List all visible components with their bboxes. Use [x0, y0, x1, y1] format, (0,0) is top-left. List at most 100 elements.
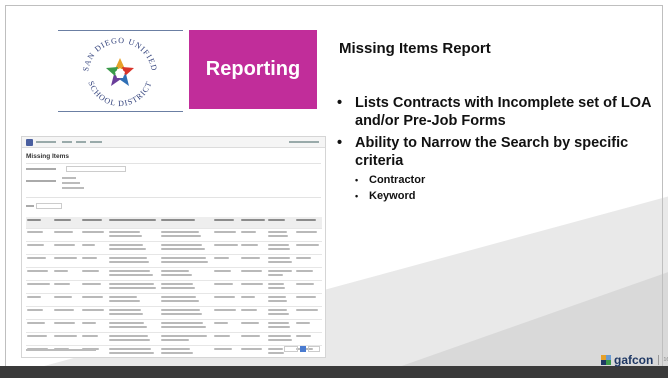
screenshot-table-cell [240, 281, 267, 293]
screenshot-table-cell [81, 268, 108, 280]
screenshot-table-cell [81, 333, 108, 345]
screenshot-cell-text-placeholder [54, 244, 75, 246]
screenshot-filter-select [66, 166, 126, 172]
screenshot-cell-text-placeholder [161, 274, 192, 276]
screenshot-cell-text-placeholder [161, 352, 193, 354]
screenshot-cell-text-placeholder [268, 231, 287, 233]
screenshot-cell-text-placeholder [295, 244, 320, 246]
screenshot-table-cell [295, 217, 322, 228]
screenshot-option [62, 182, 80, 184]
screenshot-table-cell [240, 307, 267, 319]
screenshot-table-cell [26, 307, 53, 319]
screenshot-table-cell [81, 346, 108, 357]
screenshot-cell-text-placeholder [54, 283, 71, 285]
slide-title: Missing Items Report [339, 40, 491, 57]
screenshot-table-cell [213, 229, 240, 241]
screenshot-cell-text-placeholder [108, 322, 145, 324]
screenshot-table-row [26, 307, 322, 320]
gafcon-wordmark: gafcon [614, 353, 654, 367]
screenshot-table-cell [26, 242, 53, 254]
screenshot-cell-text-placeholder [27, 296, 42, 298]
screenshot-cell-text-placeholder [108, 283, 154, 285]
screenshot-table-cell [160, 294, 213, 306]
screenshot-table-cell [295, 307, 322, 319]
screenshot-table-cell [240, 242, 267, 254]
screenshot-cell-text-placeholder [241, 231, 257, 233]
screenshot-cell-text-placeholder [161, 322, 204, 324]
screenshot-cell-text-placeholder [213, 257, 230, 259]
screenshot-table-cell [108, 320, 161, 332]
screenshot-table-cell [108, 229, 161, 241]
screenshot-table-cell [213, 242, 240, 254]
screenshot-table-cell [267, 307, 294, 319]
screenshot-table-cell [160, 333, 213, 345]
screenshot-table-cell [81, 281, 108, 293]
screenshot-cell-text-placeholder [268, 244, 289, 246]
screenshot-cell-text-placeholder [81, 270, 99, 272]
screenshot-cell-text-placeholder [54, 335, 78, 337]
screenshot-table-cell [81, 217, 108, 228]
sub-bullet-item: • Keyword [355, 189, 657, 203]
screenshot-table-cell [81, 320, 108, 332]
screenshot-cell-text-placeholder [241, 283, 264, 285]
screenshot-cell-text-placeholder [161, 339, 190, 341]
bullet-item: • Ability to Narrow the Search by specif… [337, 134, 657, 170]
screenshot-table-cell [295, 294, 322, 306]
screenshot-cell-text-placeholder [108, 296, 138, 298]
sub-bullet-item: • Contractor [355, 173, 657, 187]
screenshot-table-cell [160, 229, 213, 241]
screenshot-table-cell [295, 242, 322, 254]
screenshot-cell-text-placeholder [81, 231, 104, 233]
screenshot-table-cell [53, 346, 80, 357]
screenshot-cell-text-placeholder [268, 219, 286, 221]
screenshot-table-cell [108, 294, 161, 306]
gafcon-logo: gafcon 16 [601, 353, 668, 367]
screenshot-table-row [26, 294, 322, 307]
screenshot-table-cell [240, 333, 267, 345]
screenshot-cell-text-placeholder [54, 296, 72, 298]
screenshot-nav-placeholder [76, 141, 86, 143]
screenshot-cell-text-placeholder [268, 352, 284, 354]
screenshot-cell-text-placeholder [54, 257, 77, 259]
slide: SAN DIEGO UNIFIED SCHOOL DISTRICT Report… [0, 0, 668, 378]
screenshot-divider [26, 163, 321, 164]
screenshot-table-cell [267, 229, 294, 241]
screenshot-nav-placeholder [289, 141, 319, 143]
screenshot-cell-text-placeholder [268, 274, 284, 276]
screenshot-table-cell [26, 255, 53, 267]
screenshot-table-cell [26, 229, 53, 241]
screenshot-table-cell [160, 307, 213, 319]
screenshot-cell-text-placeholder [213, 335, 230, 337]
screenshot-cell-text-placeholder [241, 348, 263, 350]
screenshot-cell-text-placeholder [81, 283, 101, 285]
screenshot-table-cell [108, 255, 161, 267]
screenshot-table-cell [53, 217, 80, 228]
svg-text:SCHOOL DISTRICT: SCHOOL DISTRICT [86, 80, 153, 108]
screenshot-cell-text-placeholder [295, 283, 315, 285]
screenshot-cell-text-placeholder [161, 261, 209, 263]
screenshot-table-header [26, 217, 322, 229]
screenshot-cell-text-placeholder [27, 219, 41, 221]
screenshot-table-cell [295, 333, 322, 345]
screenshot-cell-text-placeholder [81, 219, 102, 221]
screenshot-table-cell [160, 346, 213, 357]
screenshot-table-cell [26, 320, 53, 332]
screenshot-cell-text-placeholder [268, 326, 291, 328]
bullet-text: Lists Contracts with Incomplete set of L… [355, 95, 651, 129]
screenshot-table-cell [213, 294, 240, 306]
screenshot-cell-text-placeholder [81, 296, 103, 298]
screenshot-table-cell [295, 268, 322, 280]
screenshot-table-cell [213, 281, 240, 293]
screenshot-cell-text-placeholder [108, 335, 148, 337]
section-label: Reporting [205, 58, 301, 80]
screenshot-cell-text-placeholder [268, 309, 288, 311]
screenshot-cell-text-placeholder [81, 244, 96, 246]
screenshot-cell-text-placeholder [161, 244, 203, 246]
screenshot-cell-text-placeholder [27, 335, 47, 337]
screenshot-table-cell [108, 346, 161, 357]
screenshot-cell-text-placeholder [268, 257, 291, 259]
screenshot-cell-text-placeholder [108, 257, 147, 259]
screenshot-table-cell [26, 333, 53, 345]
screenshot-table-row [26, 242, 322, 255]
screenshot-cell-text-placeholder [241, 322, 259, 324]
